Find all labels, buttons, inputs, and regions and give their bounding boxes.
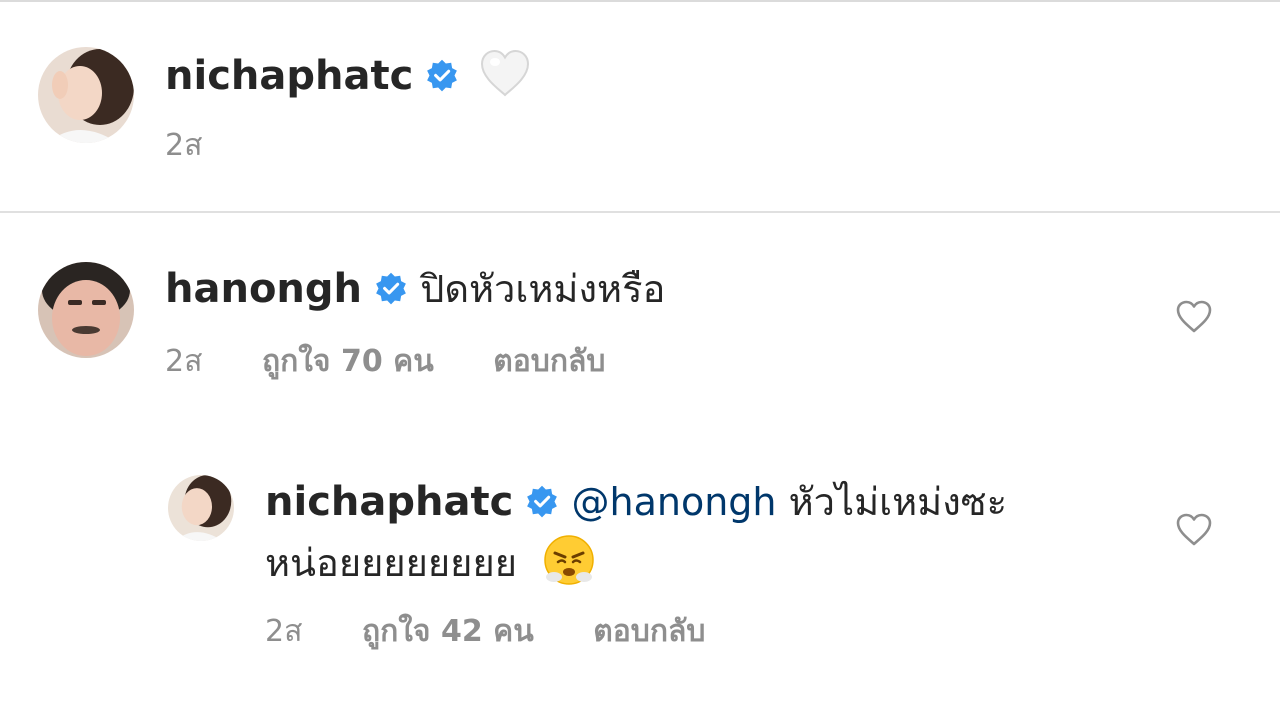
timestamp: 2ส [165, 344, 203, 379]
top-border [0, 0, 1280, 2]
timestamp: 2ส [265, 614, 303, 649]
reply-text-line2: หน่อยยยยยยยย [265, 541, 517, 585]
username[interactable]: hanongh [165, 266, 362, 312]
reply-button[interactable]: ตอบกลับ [593, 614, 705, 649]
likes-count-link[interactable]: ถูกใจ 42 คน [362, 614, 534, 649]
reply-meta: 2ส ถูกใจ 42 คน ตอบกลับ [265, 612, 755, 652]
likes-count-link[interactable]: ถูกใจ 70 คน [262, 344, 434, 379]
mention-link[interactable]: @hanongh [572, 480, 777, 524]
white-heart-icon [480, 49, 529, 97]
comment-meta: 2ส ถูกใจ 70 คน ตอบกลับ [165, 342, 655, 382]
comment-line: hanongh ปิดหัวเหม่งหรือ [165, 265, 665, 316]
heart-outline-icon[interactable] [1174, 297, 1214, 337]
reply-line-2: หน่อยยยยยยยย 😤 [265, 534, 595, 597]
post-meta: 2ส [165, 126, 252, 166]
post-caption-line: nichaphatc 🤍 [165, 48, 532, 109]
verified-badge-icon [374, 268, 408, 316]
avatar[interactable] [168, 475, 234, 541]
comment-text: ปิดหัวเหม่งหรือ [420, 267, 666, 311]
timestamp: 2ส [165, 128, 203, 163]
divider [0, 211, 1280, 213]
verified-badge-icon [425, 55, 459, 103]
reply-button[interactable]: ตอบกลับ [493, 344, 605, 379]
avatar[interactable] [38, 47, 134, 143]
username[interactable]: nichaphatc [265, 479, 513, 525]
verified-badge-icon [525, 481, 559, 529]
angry-face-emoji: 😤 [543, 534, 595, 597]
avatar[interactable] [38, 262, 134, 358]
white-heart-emoji: 🤍 [478, 48, 532, 109]
heart-outline-icon[interactable] [1174, 510, 1214, 550]
reply-text-line1: หัวไม่เหม่งซะ [788, 480, 1007, 524]
reply-line-1: nichaphatc @hanongh หัวไม่เหม่งซะ [265, 478, 1007, 529]
username[interactable]: nichaphatc [165, 53, 413, 99]
angry-face-icon [544, 535, 594, 585]
